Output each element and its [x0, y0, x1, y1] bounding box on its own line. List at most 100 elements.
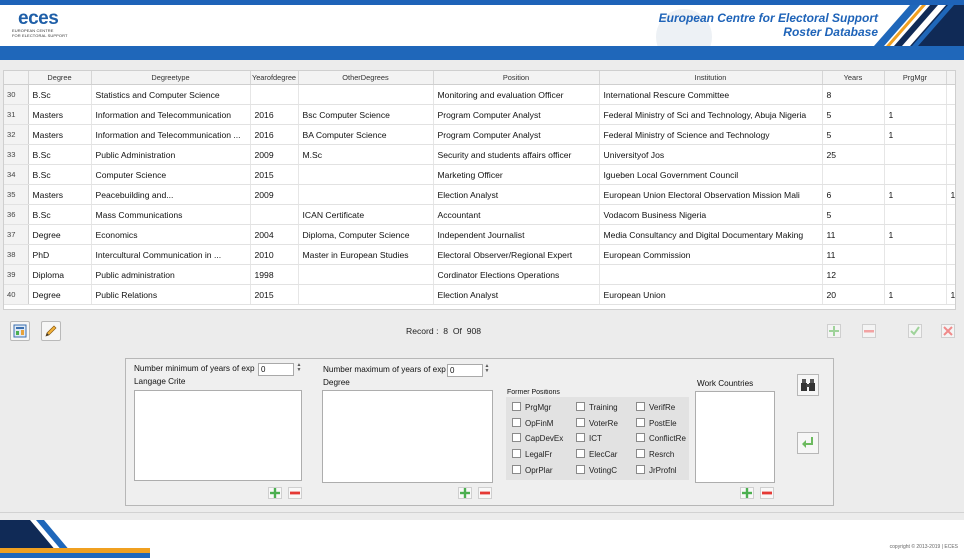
year-cell[interactable]: 2015	[250, 164, 299, 185]
checkbox-box[interactable]	[576, 433, 585, 443]
row-number[interactable]: 30	[4, 84, 29, 105]
years-cell[interactable]: 25	[822, 144, 885, 165]
otherdegrees-cell[interactable]	[298, 264, 434, 285]
degreetype-cell[interactable]: Public Administration	[91, 144, 251, 165]
years-cell[interactable]	[822, 164, 885, 185]
degree-cell[interactable]: Degree	[28, 284, 92, 305]
extra-cell[interactable]	[946, 224, 955, 245]
position-cell[interactable]: Program Computer Analyst	[433, 104, 600, 125]
table-row[interactable]: 37 Degree Economics 2004 Diploma, Computer S…	[4, 224, 955, 245]
position-checkbox-legalfr[interactable]: LegalFr	[512, 449, 564, 459]
checkbox-box[interactable]	[576, 417, 585, 427]
degreetype-cell[interactable]: Computer Science	[91, 164, 251, 185]
years-cell[interactable]: 11	[822, 224, 885, 245]
degreetype-cell[interactable]: Information and Telecommunication	[91, 104, 251, 125]
years-cell[interactable]: 8	[822, 84, 885, 105]
position-checkbox-oprplar[interactable]: OprPlar	[512, 464, 564, 475]
year-cell[interactable]	[250, 204, 299, 225]
position-cell[interactable]: Election Analyst	[433, 284, 600, 305]
position-checkbox-postele[interactable]: PostEle	[636, 417, 688, 428]
position-cell[interactable]: Independent Journalist	[433, 224, 600, 245]
extra-cell[interactable]: 1	[946, 184, 955, 205]
years-cell[interactable]: 5	[822, 124, 885, 145]
degree-cell[interactable]: Degree	[28, 224, 92, 245]
position-cell[interactable]: Security and students affairs officer	[433, 144, 600, 165]
degreetype-cell[interactable]: Statistics and Computer Science	[91, 84, 251, 105]
position-checkbox-capdevex[interactable]: CapDevEx	[512, 433, 564, 443]
checkbox-box[interactable]	[576, 449, 585, 459]
otherdegrees-cell[interactable]: Bsc Computer Science	[298, 104, 434, 125]
table-row[interactable]: 38 PhD Intercultural Communication in ... 2…	[4, 244, 955, 265]
language-add-button[interactable]	[268, 487, 282, 499]
position-cell[interactable]: Accountant	[433, 204, 600, 225]
position-cell[interactable]: Marketing Officer	[433, 164, 600, 185]
prgmgr-cell[interactable]: 1	[884, 124, 947, 145]
year-cell[interactable]: 1998	[250, 264, 299, 285]
position-checkbox-opfinm[interactable]: OpFinM	[512, 417, 564, 428]
col-header-position[interactable]: Position	[433, 71, 600, 85]
row-number[interactable]: 31	[4, 104, 29, 125]
position-cell[interactable]: Program Computer Analyst	[433, 124, 600, 145]
checkbox-box[interactable]	[512, 464, 521, 474]
extra-cell[interactable]	[946, 144, 955, 165]
col-header-years[interactable]: Years	[822, 71, 885, 85]
checkbox-box[interactable]	[636, 464, 645, 474]
checkbox-box[interactable]	[512, 402, 521, 411]
position-checkbox-training[interactable]: Training	[576, 402, 628, 412]
degreetype-cell[interactable]: Intercultural Communication in ...	[91, 244, 251, 265]
col-header-degree[interactable]: Degree	[28, 71, 92, 85]
checkbox-box[interactable]	[576, 464, 585, 474]
otherdegrees-cell[interactable]	[298, 184, 434, 205]
checkbox-box[interactable]	[636, 417, 645, 427]
degree-cell[interactable]: Masters	[28, 124, 92, 145]
col-header-degreetype[interactable]: Degreetype	[91, 71, 251, 85]
checkbox-box[interactable]	[512, 449, 521, 459]
institution-cell[interactable]: Igueben Local Government Council	[599, 164, 823, 185]
institution-cell[interactable]: European Union Electoral Observation Mis…	[599, 184, 823, 205]
degreetype-cell[interactable]: Information and Telecommunication ...	[91, 124, 251, 145]
degreetype-cell[interactable]: Peacebuilding and...	[91, 184, 251, 205]
otherdegrees-cell[interactable]: ICAN Certificate	[298, 204, 434, 225]
position-checkbox-verifre[interactable]: VerifRe	[636, 402, 688, 412]
year-cell[interactable]	[250, 84, 299, 105]
min-years-input[interactable]: 0	[258, 363, 294, 376]
table-row[interactable]: 34 B.Sc Computer Science 2015 Marketing Offi…	[4, 164, 955, 185]
years-cell[interactable]: 5	[822, 104, 885, 125]
position-cell[interactable]: Election Analyst	[433, 184, 600, 205]
years-cell[interactable]: 11	[822, 244, 885, 265]
position-checkbox-conflictre[interactable]: ConflictRe	[636, 433, 688, 443]
degree-add-button[interactable]	[458, 487, 472, 499]
institution-cell[interactable]: Federal Ministry of Science and Technolo…	[599, 124, 823, 145]
row-number[interactable]: 35	[4, 184, 29, 205]
table-row[interactable]: 30 B.Sc Statistics and Computer Science Mon…	[4, 84, 955, 105]
min-years-stepper[interactable]: ▲ ▼	[296, 363, 302, 374]
extra-cell[interactable]	[946, 204, 955, 225]
col-header-yearofdegree[interactable]: Yearofdegree	[250, 71, 299, 85]
degree-cell[interactable]: Masters	[28, 104, 92, 125]
degree-cell[interactable]: Diploma	[28, 264, 92, 285]
degreetype-cell[interactable]: Public Relations	[91, 284, 251, 305]
checkbox-box[interactable]	[636, 402, 645, 411]
degreetype-cell[interactable]: Mass Communications	[91, 204, 251, 225]
prgmgr-cell[interactable]	[884, 264, 947, 285]
prgmgr-cell[interactable]	[884, 244, 947, 265]
table-row[interactable]: 36 B.Sc Mass Communications ICAN Certificat…	[4, 204, 955, 225]
years-cell[interactable]: 20	[822, 284, 885, 305]
year-cell[interactable]: 2015	[250, 284, 299, 305]
institution-cell[interactable]: European Commission	[599, 244, 823, 265]
col-header-institution[interactable]: Institution	[599, 71, 823, 85]
table-row[interactable]: 33 B.Sc Public Administration 2009 M.Sc Secur…	[4, 144, 955, 165]
col-header-prgmgr[interactable]: PrgMgr	[884, 71, 947, 85]
cancel-button[interactable]	[941, 324, 955, 338]
row-number[interactable]: 32	[4, 124, 29, 145]
degreetype-cell[interactable]: Economics	[91, 224, 251, 245]
institution-cell[interactable]: Vodacom Business Nigeria	[599, 204, 823, 225]
language-remove-button[interactable]	[288, 487, 302, 499]
table-row[interactable]: 31 Masters Information and Telecommunicati…	[4, 104, 955, 125]
row-number[interactable]: 34	[4, 164, 29, 185]
extra-cell[interactable]	[946, 244, 955, 265]
position-cell[interactable]: Cordinator Elections Operations	[433, 264, 600, 285]
institution-cell[interactable]: International Rescure Committee	[599, 84, 823, 105]
search-button[interactable]	[797, 374, 819, 396]
row-number[interactable]: 40	[4, 284, 29, 305]
